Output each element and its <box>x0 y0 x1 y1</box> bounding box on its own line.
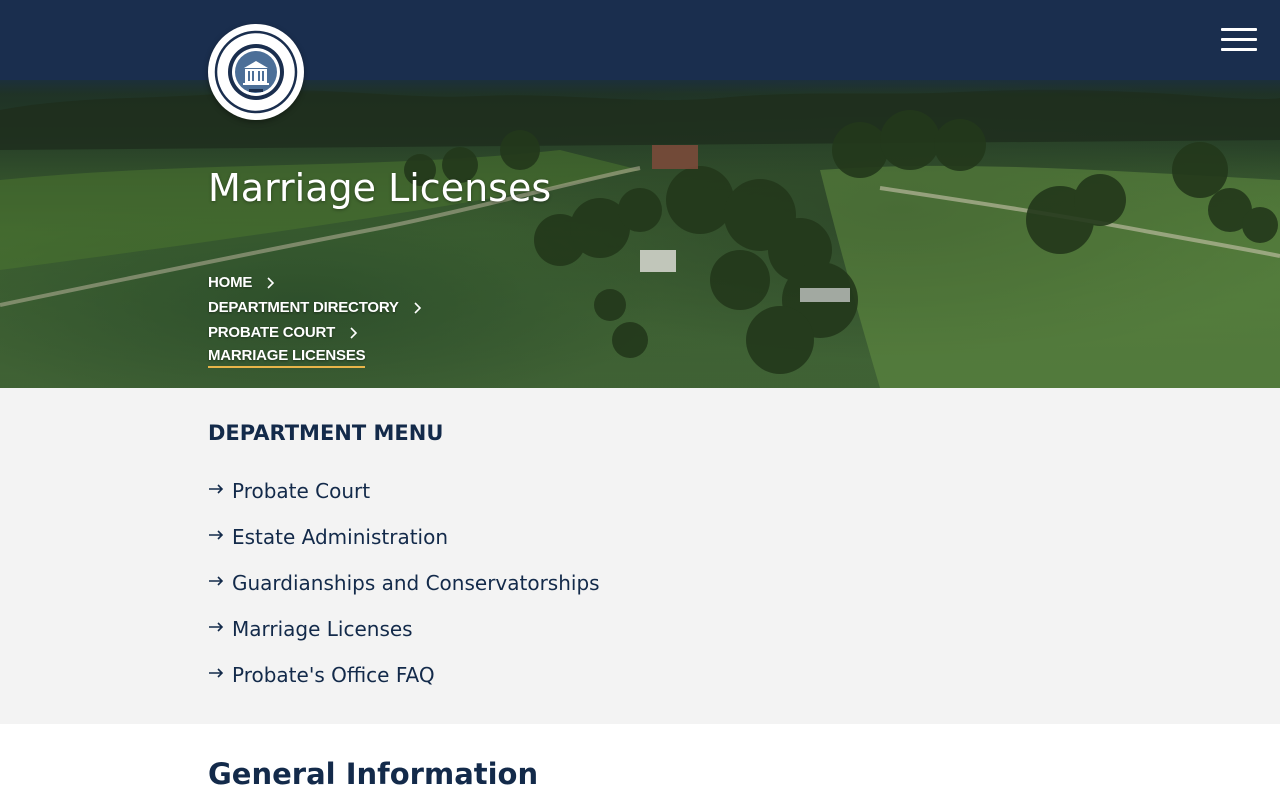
department-menu-heading: DEPARTMENT MENU <box>208 421 444 445</box>
chevron-right-icon <box>267 276 275 289</box>
hero-banner: Marriage Licenses HOME DEPARTMENT DIRECT… <box>0 0 1280 388</box>
hamburger-menu-icon[interactable] <box>1218 24 1258 56</box>
breadcrumb-probate-court[interactable]: PROBATE COURT <box>208 320 425 345</box>
department-menu: DEPARTMENT MENU Probate Court Estate Adm… <box>0 388 1280 724</box>
breadcrumb-home[interactable]: HOME <box>208 270 425 295</box>
seal-graphic <box>214 30 298 114</box>
page-title: Marriage Licenses <box>208 166 552 210</box>
arrow-right-icon <box>209 622 224 632</box>
breadcrumb: HOME DEPARTMENT DIRECTORY PROBATE COURT … <box>208 270 425 370</box>
top-navigation-bar <box>0 0 1280 80</box>
breadcrumb-department-directory[interactable]: DEPARTMENT DIRECTORY <box>208 295 425 320</box>
general-information-heading: General Information <box>208 757 539 791</box>
arrow-right-icon <box>209 484 224 494</box>
department-menu-item-guardianships[interactable]: Guardianships and Conservatorships <box>208 560 600 606</box>
department-menu-item-marriage-licenses[interactable]: Marriage Licenses <box>208 606 600 652</box>
department-menu-item-probate-court[interactable]: Probate Court <box>208 468 600 514</box>
chevron-right-icon <box>350 326 358 339</box>
county-seal-logo[interactable] <box>208 24 304 120</box>
department-menu-list: Probate Court Estate Administration Guar… <box>208 468 600 698</box>
department-menu-item-estate-administration[interactable]: Estate Administration <box>208 514 600 560</box>
arrow-right-icon <box>209 530 224 540</box>
department-menu-item-probate-faq[interactable]: Probate's Office FAQ <box>208 652 600 698</box>
arrow-right-icon <box>209 576 224 586</box>
arrow-right-icon <box>209 668 224 678</box>
general-information-section: General Information <box>0 724 1280 800</box>
breadcrumb-current-marriage-licenses: MARRIAGE LICENSES <box>208 345 425 370</box>
chevron-right-icon <box>414 301 421 314</box>
